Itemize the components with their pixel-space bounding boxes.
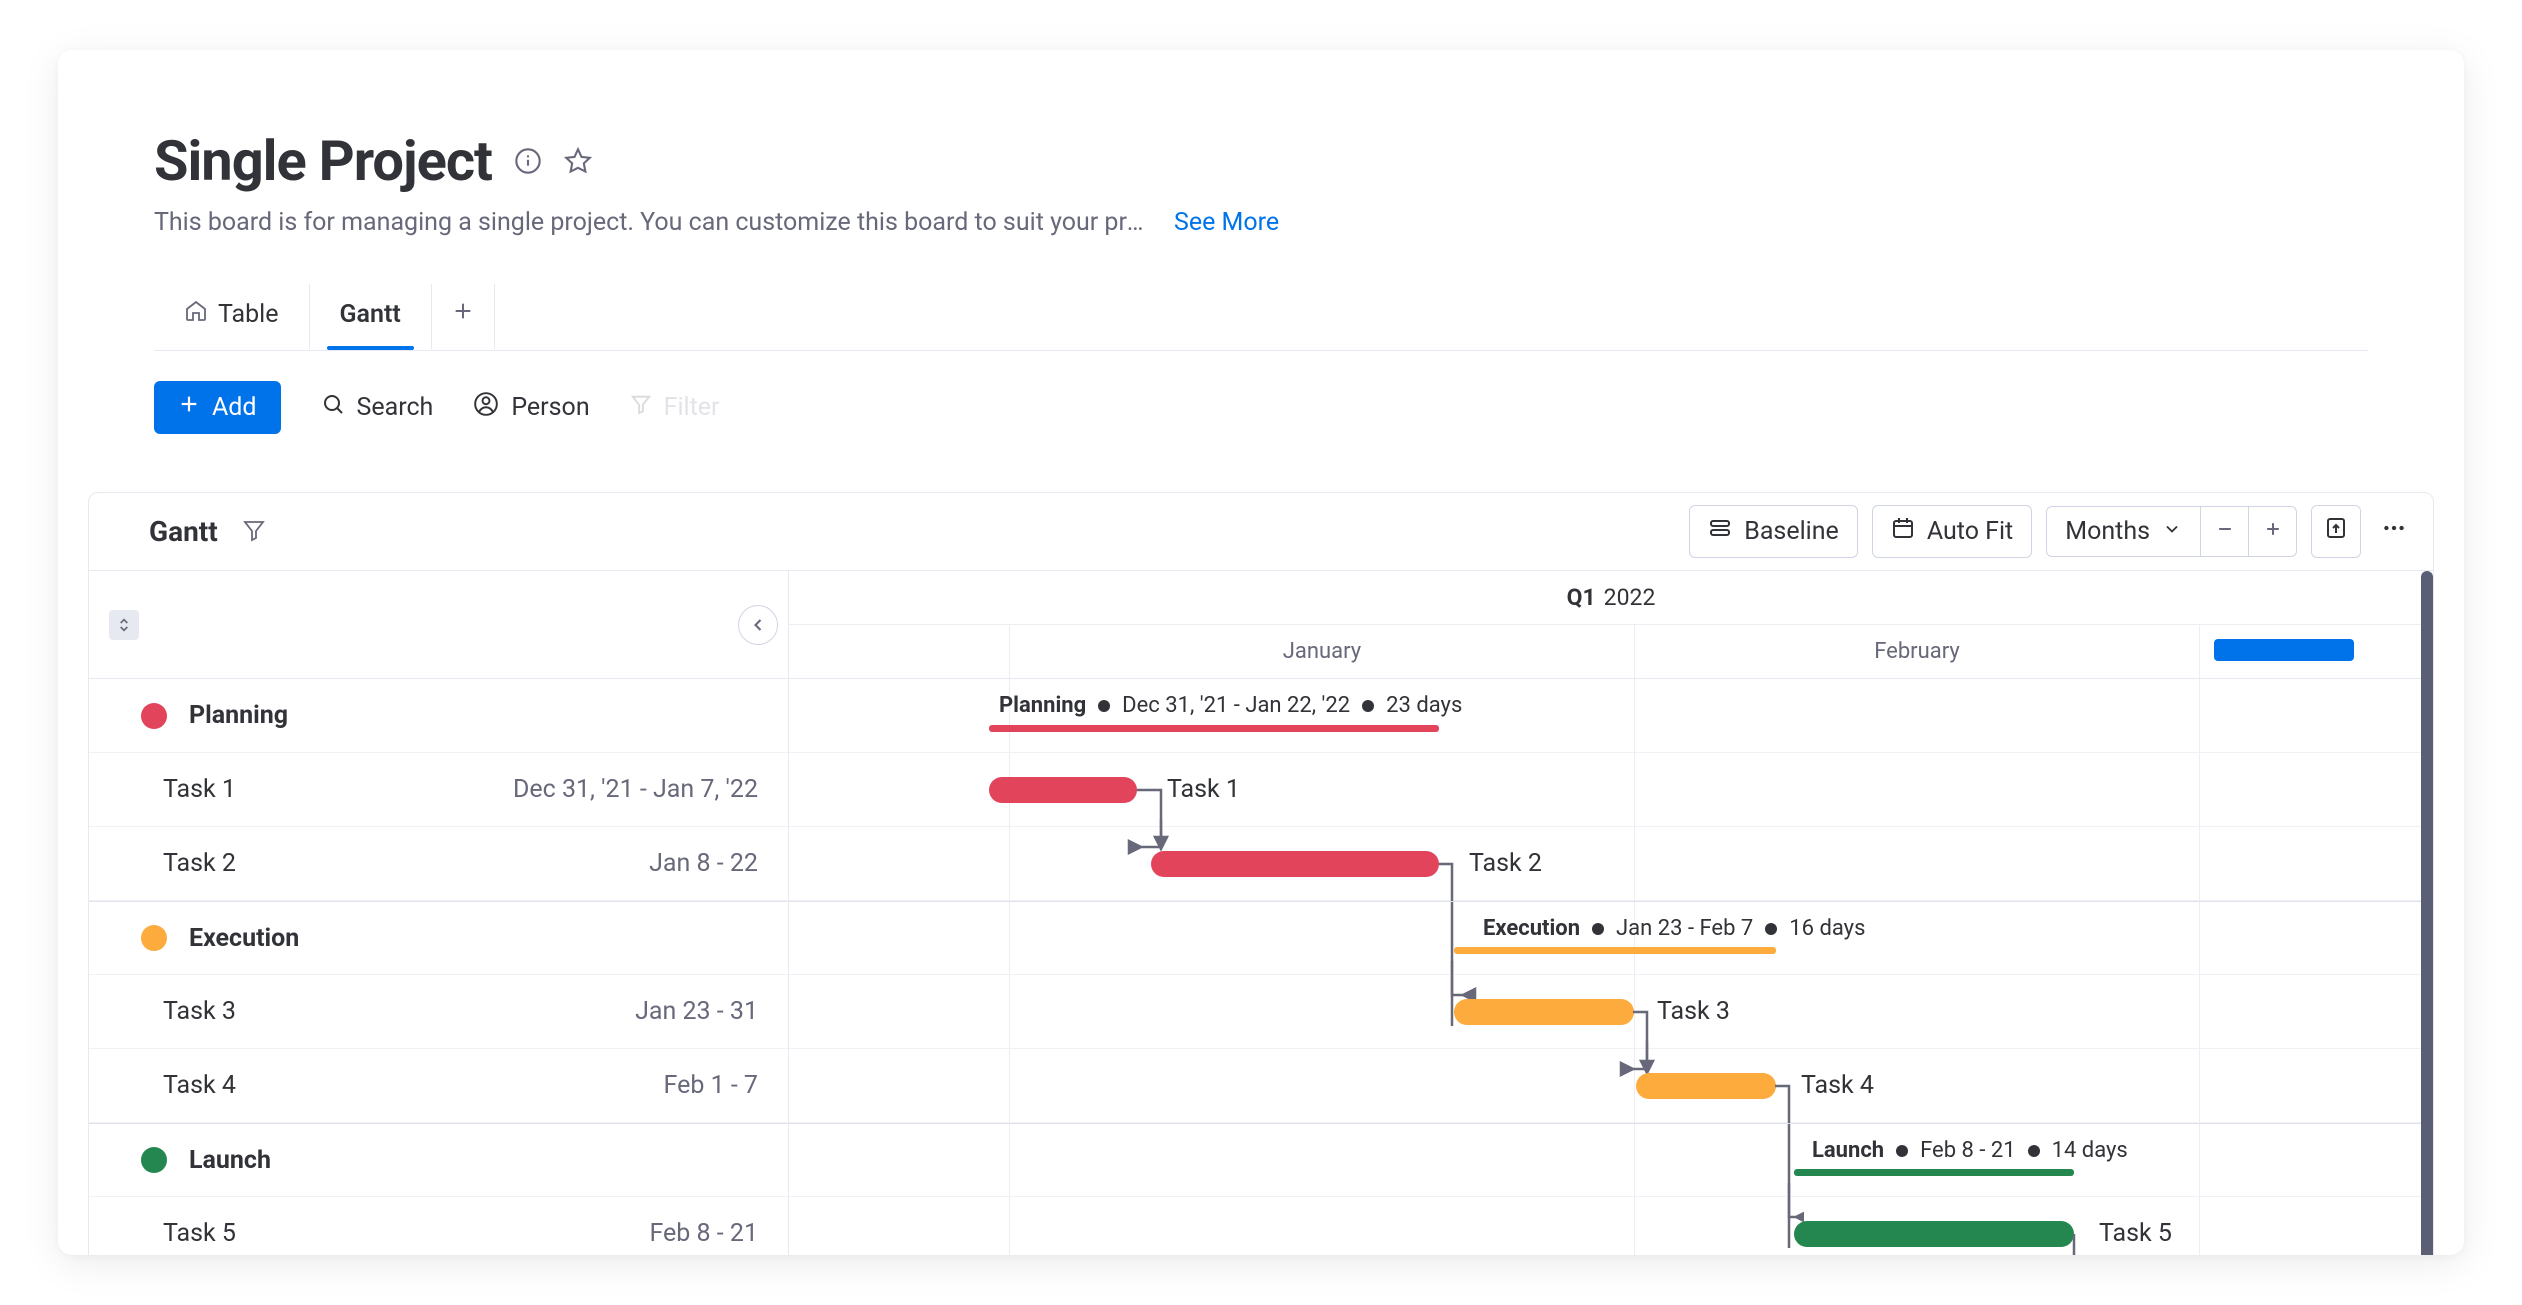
tab-gantt-label: Gantt bbox=[340, 300, 401, 329]
task-dates: Jan 8 - 22 bbox=[649, 849, 758, 878]
person-label: Person bbox=[511, 393, 589, 422]
add-button-label: Add bbox=[212, 393, 257, 422]
filter-button[interactable]: Filter bbox=[630, 393, 720, 422]
task-row[interactable]: Task 1 Dec 31, '21 - Jan 7, '22 bbox=[89, 753, 788, 827]
baseline-icon bbox=[1708, 516, 1732, 547]
task-bar[interactable] bbox=[1794, 1221, 2074, 1247]
baseline-button[interactable]: Baseline bbox=[1689, 505, 1858, 558]
task-bar-label: Task 2 bbox=[1469, 849, 1542, 878]
search-icon bbox=[321, 392, 345, 423]
person-button[interactable]: Person bbox=[473, 391, 589, 424]
home-icon bbox=[184, 299, 208, 330]
baseline-label: Baseline bbox=[1744, 517, 1839, 546]
timeline-group-row: Execution Jan 23 - Feb 7 16 days bbox=[789, 901, 2433, 975]
search-button[interactable]: Search bbox=[321, 392, 434, 423]
group-summary-label: Execution Jan 23 - Feb 7 16 days bbox=[1483, 916, 1865, 941]
month-february: February bbox=[1634, 625, 2199, 678]
task-bar[interactable] bbox=[1151, 851, 1439, 877]
add-button[interactable]: Add bbox=[154, 381, 281, 434]
add-view-button[interactable] bbox=[431, 284, 495, 349]
autofit-label: Auto Fit bbox=[1927, 517, 2013, 546]
plus-icon bbox=[178, 393, 200, 422]
group-summary-bar[interactable] bbox=[1794, 1169, 2074, 1176]
task-row[interactable]: Task 3 Jan 23 - 31 bbox=[89, 975, 788, 1049]
tab-table-label: Table bbox=[218, 300, 279, 329]
group-summary-bar[interactable] bbox=[1454, 947, 1776, 954]
timeline-task-row: Task 5 bbox=[789, 1197, 2433, 1255]
board-description: This board is for managing a single proj… bbox=[154, 208, 1154, 237]
minus-icon bbox=[2215, 517, 2235, 546]
task-bar-label: Task 4 bbox=[1801, 1071, 1874, 1100]
search-label: Search bbox=[357, 393, 434, 422]
plus-icon bbox=[2263, 517, 2283, 546]
task-row[interactable]: Task 4 Feb 1 - 7 bbox=[89, 1049, 788, 1123]
zoom-group: Months bbox=[2046, 506, 2297, 557]
collapse-panel-button[interactable] bbox=[738, 605, 778, 645]
group-name: Planning bbox=[189, 701, 288, 730]
task-bar[interactable] bbox=[989, 777, 1137, 803]
zoom-in-button[interactable] bbox=[2248, 507, 2296, 556]
task-dates: Dec 31, '21 - Jan 7, '22 bbox=[513, 775, 758, 804]
star-icon[interactable] bbox=[564, 147, 592, 175]
group-color-dot bbox=[141, 703, 167, 729]
see-more-link[interactable]: See More bbox=[1174, 208, 1279, 237]
task-dates: Feb 8 - 21 bbox=[649, 1219, 758, 1248]
timeline-task-row: Task 3 bbox=[789, 975, 2433, 1049]
task-name: Task 5 bbox=[163, 1219, 236, 1248]
task-name: Task 4 bbox=[163, 1071, 236, 1100]
autofit-button[interactable]: Auto Fit bbox=[1872, 505, 2032, 558]
group-color-dot bbox=[141, 1147, 167, 1173]
calendar-fit-icon bbox=[1891, 516, 1915, 547]
time-scale-label: Months bbox=[2065, 517, 2150, 546]
group-header-execution[interactable]: Execution bbox=[89, 901, 788, 975]
group-header-planning[interactable]: Planning bbox=[89, 679, 788, 753]
month-january: January bbox=[1009, 625, 1634, 678]
task-bar-label: Task 5 bbox=[2099, 1219, 2172, 1248]
filter-icon bbox=[630, 393, 652, 422]
task-row[interactable]: Task 2 Jan 8 - 22 bbox=[89, 827, 788, 901]
task-row[interactable]: Task 5 Feb 8 - 21 bbox=[89, 1197, 788, 1255]
filter-label: Filter bbox=[664, 393, 720, 422]
more-options-button[interactable] bbox=[2375, 505, 2413, 558]
group-summary-bar[interactable] bbox=[989, 725, 1439, 732]
task-bar-label: Task 3 bbox=[1657, 997, 1730, 1026]
group-name: Launch bbox=[189, 1146, 271, 1175]
task-name: Task 3 bbox=[163, 997, 236, 1026]
task-name: Task 2 bbox=[163, 849, 236, 878]
timeline-group-row: Planning Dec 31, '21 - Jan 22, '22 23 da… bbox=[789, 679, 2433, 753]
timeline-group-row: Launch Feb 8 - 21 14 days bbox=[789, 1123, 2433, 1197]
timeline-task-row: Task 2 bbox=[789, 827, 2433, 901]
vertical-scrollbar[interactable] bbox=[2421, 571, 2433, 1255]
person-icon bbox=[473, 391, 499, 424]
chevron-down-icon bbox=[2162, 517, 2182, 546]
group-summary-label: Launch Feb 8 - 21 14 days bbox=[1812, 1138, 2128, 1163]
timeline-task-row: Task 1 bbox=[789, 753, 2433, 827]
time-scale-select[interactable]: Months bbox=[2047, 507, 2200, 556]
task-bar[interactable] bbox=[1454, 999, 1634, 1025]
tab-gantt[interactable]: Gantt bbox=[309, 284, 431, 349]
group-summary-label: Planning Dec 31, '21 - Jan 22, '22 23 da… bbox=[999, 693, 1462, 718]
task-dates: Jan 23 - 31 bbox=[635, 997, 758, 1026]
month-prev bbox=[789, 625, 1009, 678]
today-indicator bbox=[2214, 639, 2354, 661]
quarter-label: Q12022 bbox=[789, 571, 2433, 625]
group-color-dot bbox=[141, 925, 167, 951]
plus-icon bbox=[452, 300, 474, 329]
group-name: Execution bbox=[189, 924, 299, 953]
export-icon bbox=[2324, 516, 2348, 547]
task-dates: Feb 1 - 7 bbox=[664, 1071, 758, 1100]
gantt-title: Gantt bbox=[149, 515, 218, 548]
task-name: Task 1 bbox=[163, 775, 236, 804]
timeline-task-row: Task 4 bbox=[789, 1049, 2433, 1123]
info-icon[interactable] bbox=[514, 147, 542, 175]
filter-icon[interactable] bbox=[242, 518, 266, 546]
group-header-launch[interactable]: Launch bbox=[89, 1123, 788, 1197]
task-bar[interactable] bbox=[1636, 1073, 1776, 1099]
tab-table[interactable]: Table bbox=[154, 283, 309, 350]
page-title: Single Project bbox=[154, 128, 492, 194]
ellipsis-icon bbox=[2381, 515, 2407, 548]
zoom-out-button[interactable] bbox=[2200, 507, 2248, 556]
collapse-all-button[interactable] bbox=[109, 610, 139, 640]
export-button[interactable] bbox=[2311, 505, 2361, 558]
